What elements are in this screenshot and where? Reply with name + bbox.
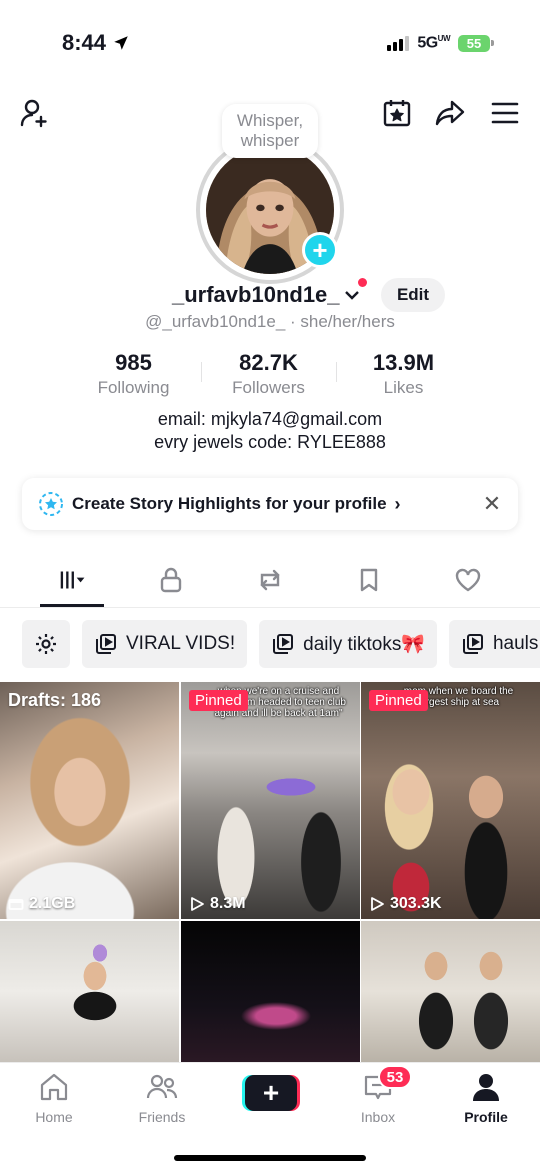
bio-line: email: mjkyla74@gmail.com (157, 409, 383, 429)
stat-label: Following (97, 378, 170, 397)
edit-profile-button[interactable]: Edit (381, 278, 445, 312)
repost-icon (260, 569, 280, 591)
profile-stats: 985 Following 82.7K Followers 13.9M Like… (66, 350, 472, 398)
video-stat-value: 2.1GB (29, 895, 76, 912)
chevron-right-icon: › (394, 493, 401, 514)
playlist-chip-label: VIRAL VIDS! (126, 633, 236, 654)
playlist-icon (273, 634, 294, 654)
video-thumbnail[interactable]: Drafts: 186 2.1GB (0, 682, 179, 919)
nav-label: Inbox (360, 1109, 396, 1125)
drafts-label: Drafts: 186 (8, 690, 102, 710)
video-stat: 2.1GB (8, 895, 75, 913)
nav-home[interactable]: Home (14, 1071, 94, 1125)
tab-reposts[interactable] (250, 564, 290, 596)
create-button[interactable]: + (242, 1075, 300, 1111)
video-stat: 8.3M (189, 895, 246, 913)
video-thumbnail[interactable] (181, 921, 360, 1062)
time-text: 8:44 (62, 30, 107, 55)
playlist-chip-label: daily tiktoks🎀 (303, 634, 425, 655)
story-highlight-icon (39, 492, 63, 516)
lock-icon (160, 567, 182, 593)
stat-likes[interactable]: 13.9M Likes (336, 350, 471, 398)
home-indicator (174, 1155, 366, 1161)
stat-followers[interactable]: 82.7K Followers (201, 350, 336, 398)
status-bar: 8:44 5GUW 55 (0, 0, 540, 88)
menu-icon[interactable] (488, 96, 522, 130)
username-row: _urfavb10nd1e_ Edit (0, 278, 540, 312)
stat-value: 985 (115, 350, 152, 375)
close-icon[interactable]: ✕ (480, 491, 504, 516)
video-stat: 303.3K (369, 895, 442, 913)
stat-value: 82.7K (239, 350, 298, 375)
heart-icon (455, 568, 481, 592)
avatar[interactable]: + (196, 136, 344, 284)
note-bubble[interactable]: Whisper, whisper (222, 104, 318, 158)
playlist-chip[interactable]: VIRAL VIDS! (82, 620, 248, 668)
add-friend-icon[interactable] (18, 96, 52, 130)
battery-level: 55 (458, 34, 490, 52)
bio-line: evry jewels code: RYLEE888 (154, 432, 386, 452)
bio: email: mjkyla74@gmail.com evry jewels co… (0, 408, 540, 454)
story-banner-text: Create Story Highlights for your profile (72, 494, 387, 513)
video-thumbnail[interactable] (0, 921, 179, 1062)
video-grid: Drafts: 186 2.1GB when we're on a cruise… (0, 682, 540, 1062)
status-indicators: 5GUW 55 (387, 34, 494, 52)
tab-private[interactable] (151, 564, 191, 596)
playlist-settings-button[interactable] (22, 620, 70, 668)
nav-profile[interactable]: Profile (446, 1071, 526, 1125)
gear-icon (36, 634, 56, 654)
tab-videos[interactable] (50, 564, 94, 596)
pinned-badge: Pinned (189, 690, 248, 711)
username[interactable]: _urfavb10nd1e_ (172, 282, 340, 308)
playlist-icon (96, 634, 116, 654)
videos-grid-icon (60, 571, 85, 589)
video-thumbnail[interactable]: when we're on a cruise and them: "I'm he… (181, 682, 360, 919)
active-tab-indicator (40, 604, 104, 607)
play-icon (191, 897, 204, 911)
video-stat-value: 8.3M (210, 895, 246, 912)
playlist-chips: VIRAL VIDS! daily tiktoks🎀 hauls (22, 620, 540, 668)
play-icon (371, 897, 384, 911)
tab-liked[interactable] (448, 564, 488, 596)
friends-icon (146, 1074, 178, 1099)
stat-label: Likes (383, 378, 424, 397)
nav-label: Home (35, 1109, 73, 1125)
playlist-chip[interactable]: daily tiktoks🎀 (259, 620, 437, 668)
status-time: 8:44 (62, 30, 130, 56)
video-thumbnail[interactable]: mom when we board the largest ship at se… (361, 682, 540, 919)
location-arrow-icon (114, 36, 128, 50)
battery-icon: 55 (458, 34, 494, 52)
handle-pronouns: @_urfavb10nd1e_ · she/her/hers (145, 312, 395, 331)
bookmark-icon (360, 568, 378, 592)
stat-label: Followers (232, 378, 305, 397)
network-type: 5GUW (417, 34, 450, 52)
cellular-signal-icon (387, 35, 410, 52)
video-stat-value: 303.3K (390, 895, 442, 912)
playlist-chip[interactable]: hauls (448, 620, 540, 668)
pinned-badge: Pinned (369, 690, 428, 711)
playlist-chip-label: hauls (492, 633, 539, 654)
calendar-star-icon[interactable] (380, 96, 414, 130)
notification-dot (358, 278, 367, 287)
tab-favorites[interactable] (349, 564, 389, 596)
plus-icon: + (245, 1075, 297, 1111)
profile-icon (473, 1074, 499, 1101)
profile-tabs (0, 556, 540, 608)
inbox-badge: 53 (378, 1065, 412, 1089)
stat-following[interactable]: 985 Following (66, 350, 201, 398)
stat-value: 13.9M (372, 350, 435, 375)
nav-label: Profile (464, 1109, 508, 1125)
folder-icon (8, 899, 24, 910)
home-icon (40, 1073, 68, 1101)
nav-friends[interactable]: Friends (122, 1071, 202, 1125)
nav-label: Friends (138, 1109, 186, 1125)
story-highlights-banner[interactable]: Create Story Highlights for your profile… (22, 478, 518, 530)
video-thumbnail[interactable] (361, 921, 540, 1062)
share-icon[interactable] (433, 96, 467, 130)
add-story-button[interactable]: + (302, 232, 338, 268)
playlist-icon (462, 634, 483, 654)
